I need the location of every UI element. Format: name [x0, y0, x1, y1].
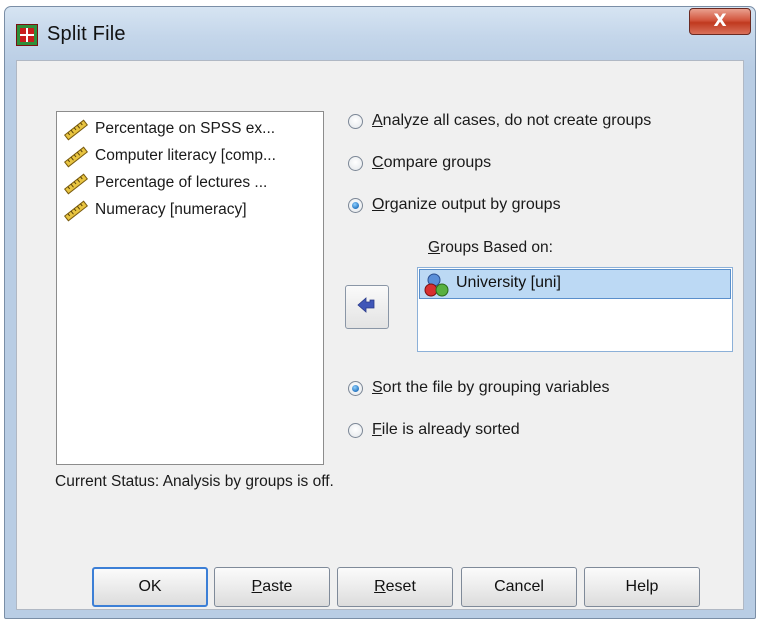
groups-list-item[interactable]: University [uni] — [419, 269, 731, 299]
current-status-text: Current Status: Analysis by groups is of… — [55, 473, 334, 490]
radio-indicator — [348, 198, 363, 213]
scale-ruler-icon — [63, 173, 89, 195]
radio-label: Analyze all cases, do not create groups — [372, 112, 652, 129]
variable-label: Percentage on SPSS ex... — [95, 120, 276, 137]
groups-item-label: University [uni] — [456, 274, 561, 291]
radio-label: Compare groups — [372, 154, 492, 171]
reset-button[interactable]: Reset — [337, 567, 453, 607]
radio-indicator — [348, 423, 363, 438]
radio-indicator — [348, 156, 363, 171]
radio-indicator — [348, 114, 363, 129]
dialog-body: Percentage on SPSS ex... Computer litera… — [16, 60, 744, 610]
arrow-left-icon — [357, 297, 375, 313]
paste-button[interactable]: Paste — [214, 567, 330, 607]
scale-ruler-icon — [63, 119, 89, 141]
groups-based-on-label: Groups Based on: — [428, 239, 553, 256]
variable-label: Numeracy [numeracy] — [95, 201, 247, 218]
nominal-variable-icon — [424, 273, 449, 297]
title-bar[interactable]: Split File X — [5, 7, 755, 63]
ok-button[interactable]: OK — [92, 567, 208, 607]
split-file-dialog: Split File X Percentage on SPSS ex... Co… — [4, 6, 756, 619]
variable-label: Computer literacy [comp... — [95, 147, 276, 164]
spss-app-icon — [16, 24, 38, 46]
radio-indicator — [348, 381, 363, 396]
radio-label: Organize output by groups — [372, 196, 561, 213]
window-title: Split File — [47, 23, 126, 45]
scale-ruler-icon — [63, 200, 89, 222]
help-button[interactable]: Help — [584, 567, 700, 607]
groups-based-on-list[interactable]: University [uni] — [417, 267, 733, 352]
scale-ruler-icon — [63, 146, 89, 168]
variable-list[interactable]: Percentage on SPSS ex... Computer litera… — [56, 111, 324, 465]
cancel-button[interactable]: Cancel — [461, 567, 577, 607]
radio-label: File is already sorted — [372, 421, 520, 438]
variable-label: Percentage of lectures ... — [95, 174, 268, 191]
close-button[interactable]: X — [689, 8, 751, 35]
radio-label: Sort the file by grouping variables — [372, 379, 610, 396]
move-variable-button[interactable] — [345, 285, 389, 329]
